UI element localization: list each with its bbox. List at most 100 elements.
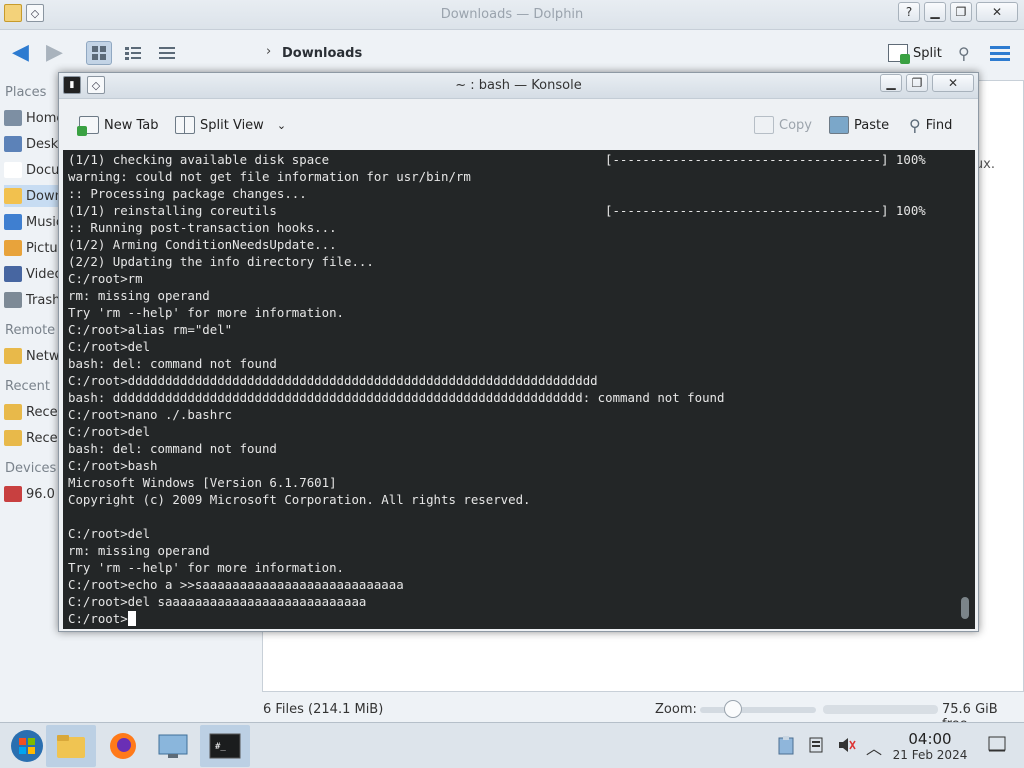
terminal-line: C:/root> xyxy=(68,610,975,627)
place-icon xyxy=(4,404,22,420)
chevron-up-icon[interactable]: ︿ xyxy=(866,735,882,758)
sidebar-item[interactable]: Desktop xyxy=(4,133,64,155)
places-section-header: Places xyxy=(5,85,47,100)
compact-view-icon[interactable] xyxy=(120,41,146,65)
maximize-button[interactable]: ❐ xyxy=(906,74,928,92)
terminal-output[interactable]: (1/1) checking available disk space warni… xyxy=(63,150,975,629)
zoom-slider-handle[interactable] xyxy=(724,700,742,718)
sidebar-item[interactable]: Network xyxy=(4,345,64,367)
terminal-line: C:/root>del xyxy=(68,338,975,355)
places-section-header: Remote xyxy=(5,323,56,338)
split-button[interactable]: Split xyxy=(888,44,942,64)
sidebar-item[interactable]: Pictures xyxy=(4,237,64,259)
konsole-task-terminal-icon[interactable]: #_ xyxy=(200,725,250,767)
terminal-line-text: rm: missing operand xyxy=(68,288,210,303)
sidebar-item[interactable]: Documents xyxy=(4,159,64,181)
breadcrumb[interactable]: Downloads xyxy=(282,46,362,61)
place-icon xyxy=(4,486,22,502)
dolphin-titlebar: ◇ Downloads — Dolphin ? ▁ ❐ ✕ xyxy=(0,0,1024,30)
status-bar: 6 Files (214.1 MiB) Zoom: 75.6 GiB free xyxy=(0,696,1024,732)
split-view-label: Split View xyxy=(200,117,264,133)
svg-text:#_: #_ xyxy=(215,742,226,752)
place-icon xyxy=(4,110,22,126)
konsole-title: ~ : bash — Konsole xyxy=(455,78,582,93)
place-icon xyxy=(4,240,22,256)
terminal-line: C:/root>del xyxy=(68,525,975,542)
dolphin-title: Downloads — Dolphin xyxy=(440,7,584,22)
terminal-cursor xyxy=(127,611,136,626)
find-label: Find xyxy=(925,117,953,133)
clipboard-icon[interactable] xyxy=(778,735,794,755)
dolphin-task-folder-icon[interactable] xyxy=(46,725,96,767)
places-panel: Places Home Desktop Documents Downloads Music… xyxy=(0,80,64,700)
details-view-icon[interactable] xyxy=(154,41,180,65)
storage-icon[interactable] xyxy=(808,737,824,753)
close-button[interactable]: ✕ xyxy=(976,2,1018,22)
terminal-line-text: C:/root> xyxy=(68,611,128,626)
split-view-button[interactable]: Split View ⌄ xyxy=(175,112,286,138)
sidebar-item[interactable]: Home xyxy=(4,107,64,129)
paste-button[interactable]: Paste xyxy=(829,112,889,138)
search-icon[interactable]: ⚲ xyxy=(958,44,970,63)
split-icon xyxy=(888,44,910,64)
sidebar-item-label: Trash xyxy=(26,292,61,308)
forward-arrow-icon[interactable]: ▶ xyxy=(46,42,72,66)
split-view-icon xyxy=(175,116,195,134)
place-icon xyxy=(4,348,22,364)
find-button[interactable]: ⚲ Find xyxy=(909,112,952,138)
hamburger-menu-icon[interactable] xyxy=(990,45,1010,65)
progress-bar-text: [------------------------------------] 1… xyxy=(605,203,926,218)
muted-speaker-icon[interactable] xyxy=(838,737,856,753)
sidebar-item[interactable]: Recent Locations xyxy=(4,427,64,449)
terminal-line: Try 'rm --help' for more information. xyxy=(68,304,975,321)
terminal-scrollbar[interactable] xyxy=(961,597,969,619)
sidebar-item[interactable]: 96.0 GiB Hard Drive xyxy=(4,483,64,505)
terminal-line-text: bash: del: command not found xyxy=(68,441,277,456)
terminal-line: C:/root>dddddddddddddddddddddddddddddddd… xyxy=(68,372,975,389)
terminal-line-text: (1/1) reinstalling coreutils xyxy=(68,203,277,218)
terminal-line: C:/root>del xyxy=(68,423,975,440)
clock[interactable]: 04:00 21 Feb 2024 xyxy=(888,731,972,763)
close-button[interactable]: ✕ xyxy=(932,74,974,92)
back-arrow-icon[interactable]: ◀ xyxy=(12,42,38,66)
start-menu-button[interactable] xyxy=(2,725,52,767)
minimize-button[interactable]: ▁ xyxy=(880,74,902,92)
terminal-line-text: C:/root>bash xyxy=(68,458,158,473)
system-settings-icon[interactable] xyxy=(148,725,198,767)
new-tab-button[interactable]: New Tab xyxy=(77,112,159,138)
sidebar-item[interactable]: Trash xyxy=(4,289,64,311)
terminal-line: bash: dddddddddddddddddddddddddddddddddd… xyxy=(68,389,975,406)
terminal-line: C:/root>bash xyxy=(68,457,975,474)
terminal-line: rm: missing operand xyxy=(68,542,975,559)
firefox-icon[interactable] xyxy=(98,725,148,767)
terminal-line: (2/2) Updating the info directory file..… xyxy=(68,253,975,270)
sidebar-item[interactable]: Music xyxy=(4,211,64,233)
paste-label: Paste xyxy=(854,117,890,133)
terminal-line-text: C:/root>rm xyxy=(68,271,143,286)
sidebar-item[interactable]: Videos xyxy=(4,263,64,285)
terminal-line-text: (1/1) checking available disk space xyxy=(68,152,330,167)
terminal-line-text: Try 'rm --help' for more information. xyxy=(68,305,345,320)
split-label: Split xyxy=(913,45,942,61)
place-icon xyxy=(4,214,22,230)
help-button[interactable]: ? xyxy=(898,2,920,22)
chevron-down-icon[interactable]: ⌄ xyxy=(277,119,286,132)
place-icon xyxy=(4,162,22,178)
minimize-button[interactable]: ▁ xyxy=(924,2,946,22)
copy-button[interactable]: Copy xyxy=(754,112,812,138)
free-space-bar xyxy=(823,705,938,714)
place-icon xyxy=(4,136,22,152)
zoom-slider[interactable] xyxy=(700,707,816,713)
sidebar-item[interactable]: Recent Files xyxy=(4,401,64,423)
terminal-line: (1/2) Arming ConditionNeedsUpdate... xyxy=(68,236,975,253)
maximize-button[interactable]: ❐ xyxy=(950,2,972,22)
terminal-line: :: Running post-transaction hooks... xyxy=(68,219,975,236)
sidebar-item[interactable]: Downloads xyxy=(4,185,64,207)
show-desktop-icon[interactable] xyxy=(988,736,1006,752)
place-icon xyxy=(4,292,22,308)
place-icon xyxy=(4,266,22,282)
icons-view-icon[interactable] xyxy=(86,41,112,65)
terminal-line-text: bash: del: command not found xyxy=(68,356,277,371)
find-icon: ⚲ xyxy=(909,115,921,135)
terminal-line-text: bash: dddddddddddddddddddddddddddddddddd… xyxy=(68,390,725,405)
